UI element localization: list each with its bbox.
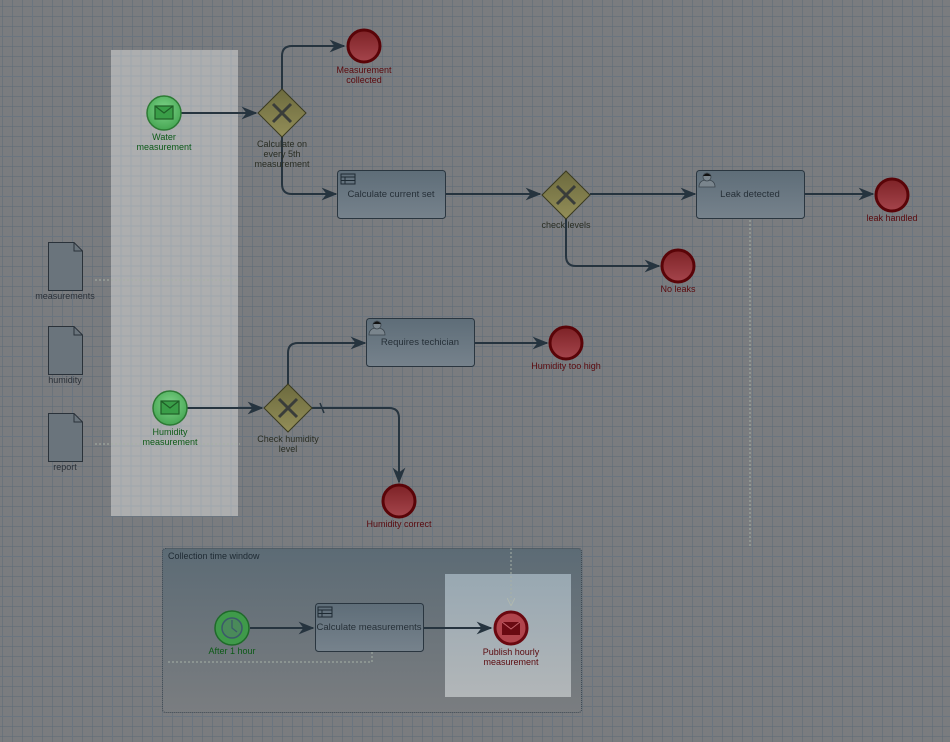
end-event-label: Humidity correct [366,519,432,529]
subprocess-label: Collection time window [168,551,260,561]
end-event-humidity-correct[interactable]: Humidity correct [366,483,432,529]
task-label: Calculate current set [347,189,434,200]
data-object-report[interactable]: report [48,413,83,473]
data-object-humidity[interactable]: humidity [48,326,83,386]
gateway-check-levels[interactable]: check levels [541,170,591,230]
task-label: Requires techician [381,337,459,348]
start-event-label: measurement [142,437,198,447]
data-object-label: humidity [48,375,82,385]
gateway-label: measurement [254,159,310,169]
gateway-label: every 5th [263,149,300,159]
gateway-label: level [279,444,298,454]
start-event-label: After 1 hour [208,646,255,656]
flow-gateway-to-technician [287,336,367,384]
task-leak-detected[interactable]: Leak detected [696,170,805,219]
end-event-label: leak handled [866,213,917,223]
end-event-label: measurement [483,657,539,667]
end-event-label: Measurement [336,65,392,75]
end-event-label: Publish hourly [483,647,540,657]
clock-icon [221,617,243,639]
task-calculate-current-set[interactable]: Calculate current set [337,170,446,219]
end-event-leak-handled[interactable]: leak handled [866,177,918,223]
envelope-icon [501,621,521,635]
end-event-label: Humidity too high [531,361,601,371]
task-label: Leak detected [720,189,780,200]
start-event-label: measurement [136,142,192,152]
envelope-icon [154,105,174,120]
end-event-no-leaks[interactable]: No leaks [660,248,696,294]
task-calculate-measurements[interactable]: Calculate measurements [315,603,424,652]
task-requires-technician[interactable]: Requires techician [366,318,475,367]
flow-gateway-to-collected [281,39,346,89]
gateway-calculate-every-5th[interactable]: Calculate on every 5th measurement [254,88,310,169]
start-event-label: Water [152,132,176,142]
start-event-label: Humidity [152,427,188,437]
end-event-label: collected [346,75,382,85]
task-label: Calculate measurements [316,622,421,633]
gateway-label: Check humidity [257,434,319,444]
end-event-measurement-collected[interactable]: Measurement collected [336,28,392,85]
bpmn-canvas: Collection time window Water measurement… [35,28,918,713]
gateway-label: Calculate on [257,139,307,149]
gateway-check-humidity-level[interactable]: Check humidity level [257,383,319,454]
envelope-icon [160,400,180,415]
data-object-measurements[interactable]: measurements [35,242,95,302]
flow-gateway-to-correct [312,407,406,484]
data-object-label: measurements [35,291,95,301]
data-object-label: report [53,462,77,472]
end-event-humidity-too-high[interactable]: Humidity too high [531,325,601,371]
gateway-label: check levels [541,220,591,230]
end-event-label: No leaks [660,284,696,294]
